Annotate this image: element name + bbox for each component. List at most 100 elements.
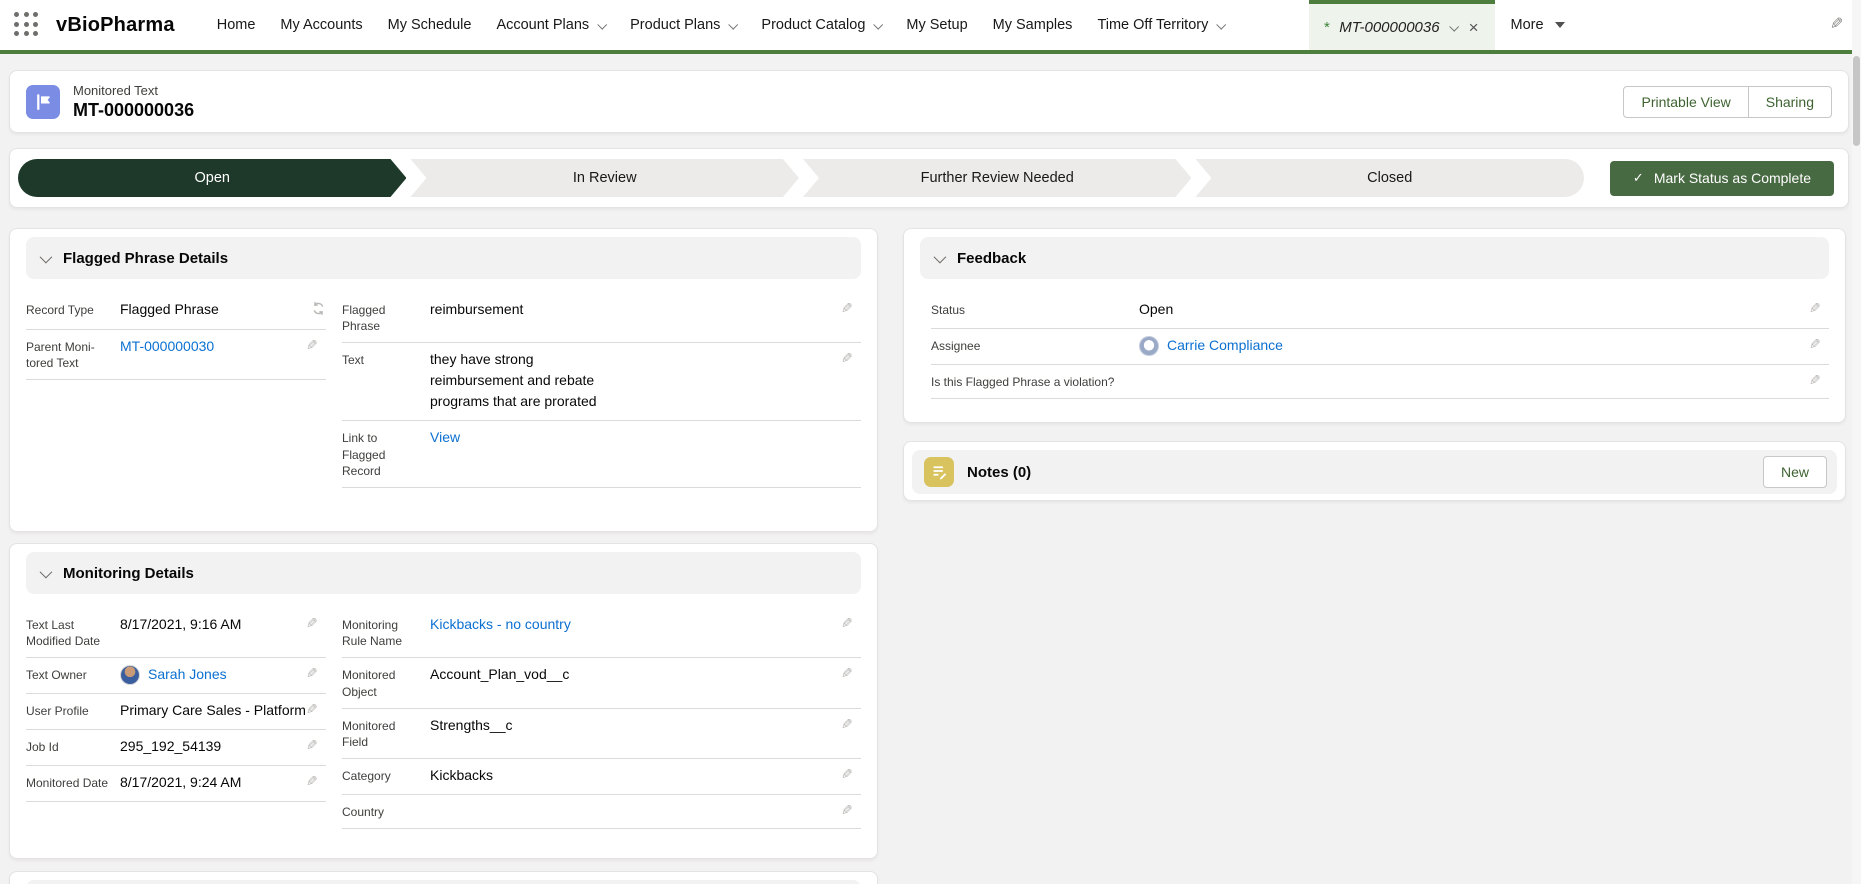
tab-label: MT-000000036 (1339, 19, 1439, 36)
field-text-owner: Text Owner Sarah Jones ✎ (26, 658, 326, 694)
edit-field-icon[interactable]: ✎ (306, 336, 326, 352)
edit-field-icon[interactable]: ✎ (306, 614, 326, 630)
field-monitoring-rule-name: Monitoring Rule Name Kickbacks - no coun… (342, 608, 861, 658)
edit-field-icon[interactable]: ✎ (841, 765, 861, 781)
app-name: vBioPharma (56, 14, 175, 37)
field-text-last-modified-date: Text Last Modified Date 8/17/2021, 9:16 … (26, 608, 326, 658)
edit-field-icon[interactable]: ✎ (1809, 371, 1829, 387)
check-icon: ✓ (1633, 170, 1644, 186)
carrie-compliance-avatar (1139, 336, 1159, 356)
field-user-profile: User Profile Primary Care Sales - Platfo… (26, 694, 326, 730)
nav-item-account-plans[interactable]: Account Plans (496, 17, 605, 33)
new-note-button[interactable]: New (1763, 456, 1827, 488)
scrollbar-thumb[interactable] (1853, 56, 1860, 146)
flagged-phrase-details-card: Flagged Phrase Details Record Type Flagg… (9, 228, 878, 532)
view-flagged-record-link[interactable]: View (430, 429, 460, 445)
unsaved-indicator: * (1323, 19, 1329, 36)
assignee-link[interactable]: Carrie Compliance (1167, 335, 1283, 356)
monitored-text-flag-icon (26, 85, 60, 119)
edit-field-icon[interactable]: ✎ (841, 664, 861, 680)
next-section-card-partial (9, 871, 878, 884)
path-stage-closed[interactable]: Closed (1195, 159, 1583, 197)
sarah-jones-avatar (120, 665, 140, 685)
text-owner-link[interactable]: Sarah Jones (148, 664, 227, 685)
edit-field-icon[interactable]: ✎ (841, 349, 861, 365)
field-text: Text they have strong reimbursement and … (342, 343, 861, 421)
field-is-violation: Is this Flagged Phrase a violation? ✎ (931, 365, 1829, 399)
edit-field-icon[interactable]: ✎ (1809, 299, 1829, 315)
field-country: Country ✎ (342, 795, 861, 829)
sharing-button[interactable]: Sharing (1748, 86, 1832, 118)
tab-mt-000000036[interactable]: * MT-000000036 × (1309, 0, 1494, 50)
nav-item-more[interactable]: More (1511, 17, 1565, 33)
nav-item-home[interactable]: Home (217, 17, 256, 33)
nav-item-time-off-territory[interactable]: Time Off Territory (1097, 17, 1224, 33)
field-flagged-phrase: Flagged Phrase reimbursement ✎ (342, 293, 861, 343)
global-nav: vBioPharma Home My Accounts My Schedule … (0, 0, 1861, 54)
field-record-type: Record Type Flagged Phrase (26, 293, 326, 330)
field-status: Status Open ✎ (931, 293, 1829, 329)
notes-icon (924, 457, 954, 487)
path-stage-further-review-needed[interactable]: Further Review Needed (803, 159, 1191, 197)
notes-title: Notes (0) (967, 464, 1031, 481)
nav-item-my-schedule[interactable]: My Schedule (388, 17, 472, 33)
field-monitored-date: Monitored Date 8/17/2021, 9:24 AM ✎ (26, 766, 326, 802)
chevron-down-icon (597, 19, 607, 29)
parent-monitored-text-link[interactable]: MT-000000030 (120, 338, 214, 354)
app-launcher-icon[interactable] (14, 12, 40, 38)
edit-field-icon[interactable]: ✎ (841, 299, 861, 315)
feedback-card: Feedback Status Open ✎ Assignee Carrie C… (903, 228, 1846, 423)
notes-header: Notes (0) New (912, 450, 1837, 494)
monitoring-rule-link[interactable]: Kickbacks - no country (430, 616, 571, 632)
right-column: Feedback Status Open ✎ Assignee Carrie C… (903, 228, 1846, 501)
monitoring-details-card: Monitoring Details Text Last Modified Da… (9, 543, 878, 859)
path-stage-open[interactable]: Open (18, 159, 406, 197)
status-path: Open In Review Further Review Needed Clo… (9, 148, 1849, 208)
entity-label: Monitored Text (73, 83, 194, 98)
section-header-feedback[interactable]: Feedback (920, 237, 1829, 279)
section-header-partial[interactable] (26, 880, 861, 884)
scrollbar-track[interactable] (1852, 0, 1861, 884)
field-parent-monitored-text: Parent Moni­tored Text MT-000000030 ✎ (26, 330, 326, 380)
caret-down-icon (1555, 22, 1565, 28)
chevron-down-icon (729, 19, 739, 29)
nav-item-product-catalog[interactable]: Product Catalog (761, 17, 881, 33)
edit-page-button[interactable]: ✎ (1830, 16, 1843, 34)
printable-view-button[interactable]: Printable View (1623, 86, 1748, 118)
record-actions: Printable View Sharing (1623, 86, 1832, 118)
nav-item-my-samples[interactable]: My Samples (993, 17, 1073, 33)
field-assignee: Assignee Carrie Compliance ✎ (931, 329, 1829, 365)
close-icon[interactable]: × (1467, 19, 1481, 36)
record-title: MT-000000036 (73, 100, 194, 121)
pencil-icon: ✎ (1830, 17, 1843, 33)
path-stage-in-review[interactable]: In Review (410, 159, 798, 197)
notes-card: Notes (0) New (903, 441, 1846, 501)
nav-item-product-plans[interactable]: Product Plans (630, 17, 736, 33)
section-chevron-icon (40, 250, 53, 263)
left-column: Flagged Phrase Details Record Type Flagg… (9, 228, 878, 884)
field-job-id: Job Id 295_192_54139 ✎ (26, 730, 326, 766)
path-stages: Open In Review Further Review Needed Clo… (18, 159, 1584, 197)
edit-field-icon[interactable]: ✎ (1809, 335, 1829, 351)
edit-field-icon[interactable]: ✎ (841, 715, 861, 731)
section-header-monitoring-details[interactable]: Monitoring Details (26, 552, 861, 594)
nav-item-my-setup[interactable]: My Setup (906, 17, 967, 33)
section-chevron-icon (40, 565, 53, 578)
edit-field-icon[interactable]: ✎ (306, 700, 326, 716)
section-header-flagged-phrase-details[interactable]: Flagged Phrase Details (26, 237, 861, 279)
edit-field-icon[interactable]: ✎ (306, 736, 326, 752)
field-monitored-field: Monitored Field Strengths__c ✎ (342, 709, 861, 759)
record-header: Monitored Text MT-000000036 Printable Vi… (9, 70, 1849, 133)
mark-status-complete-button[interactable]: ✓ Mark Status as Complete (1610, 161, 1834, 196)
nav-item-my-accounts[interactable]: My Accounts (280, 17, 362, 33)
field-link-to-flagged-record: Link to Flagged Record View (342, 421, 861, 488)
edit-field-icon[interactable]: ✎ (306, 664, 326, 680)
edit-field-icon[interactable]: ✎ (841, 614, 861, 630)
chevron-down-icon (874, 19, 884, 29)
chevron-down-icon[interactable] (1449, 21, 1459, 31)
change-record-type-icon[interactable] (303, 299, 326, 321)
field-category: Category Kickbacks ✎ (342, 759, 861, 795)
field-monitored-object: Monitored Object Account_Plan_vod__c ✎ (342, 658, 861, 708)
edit-field-icon[interactable]: ✎ (306, 772, 326, 788)
edit-field-icon[interactable]: ✎ (841, 801, 861, 817)
